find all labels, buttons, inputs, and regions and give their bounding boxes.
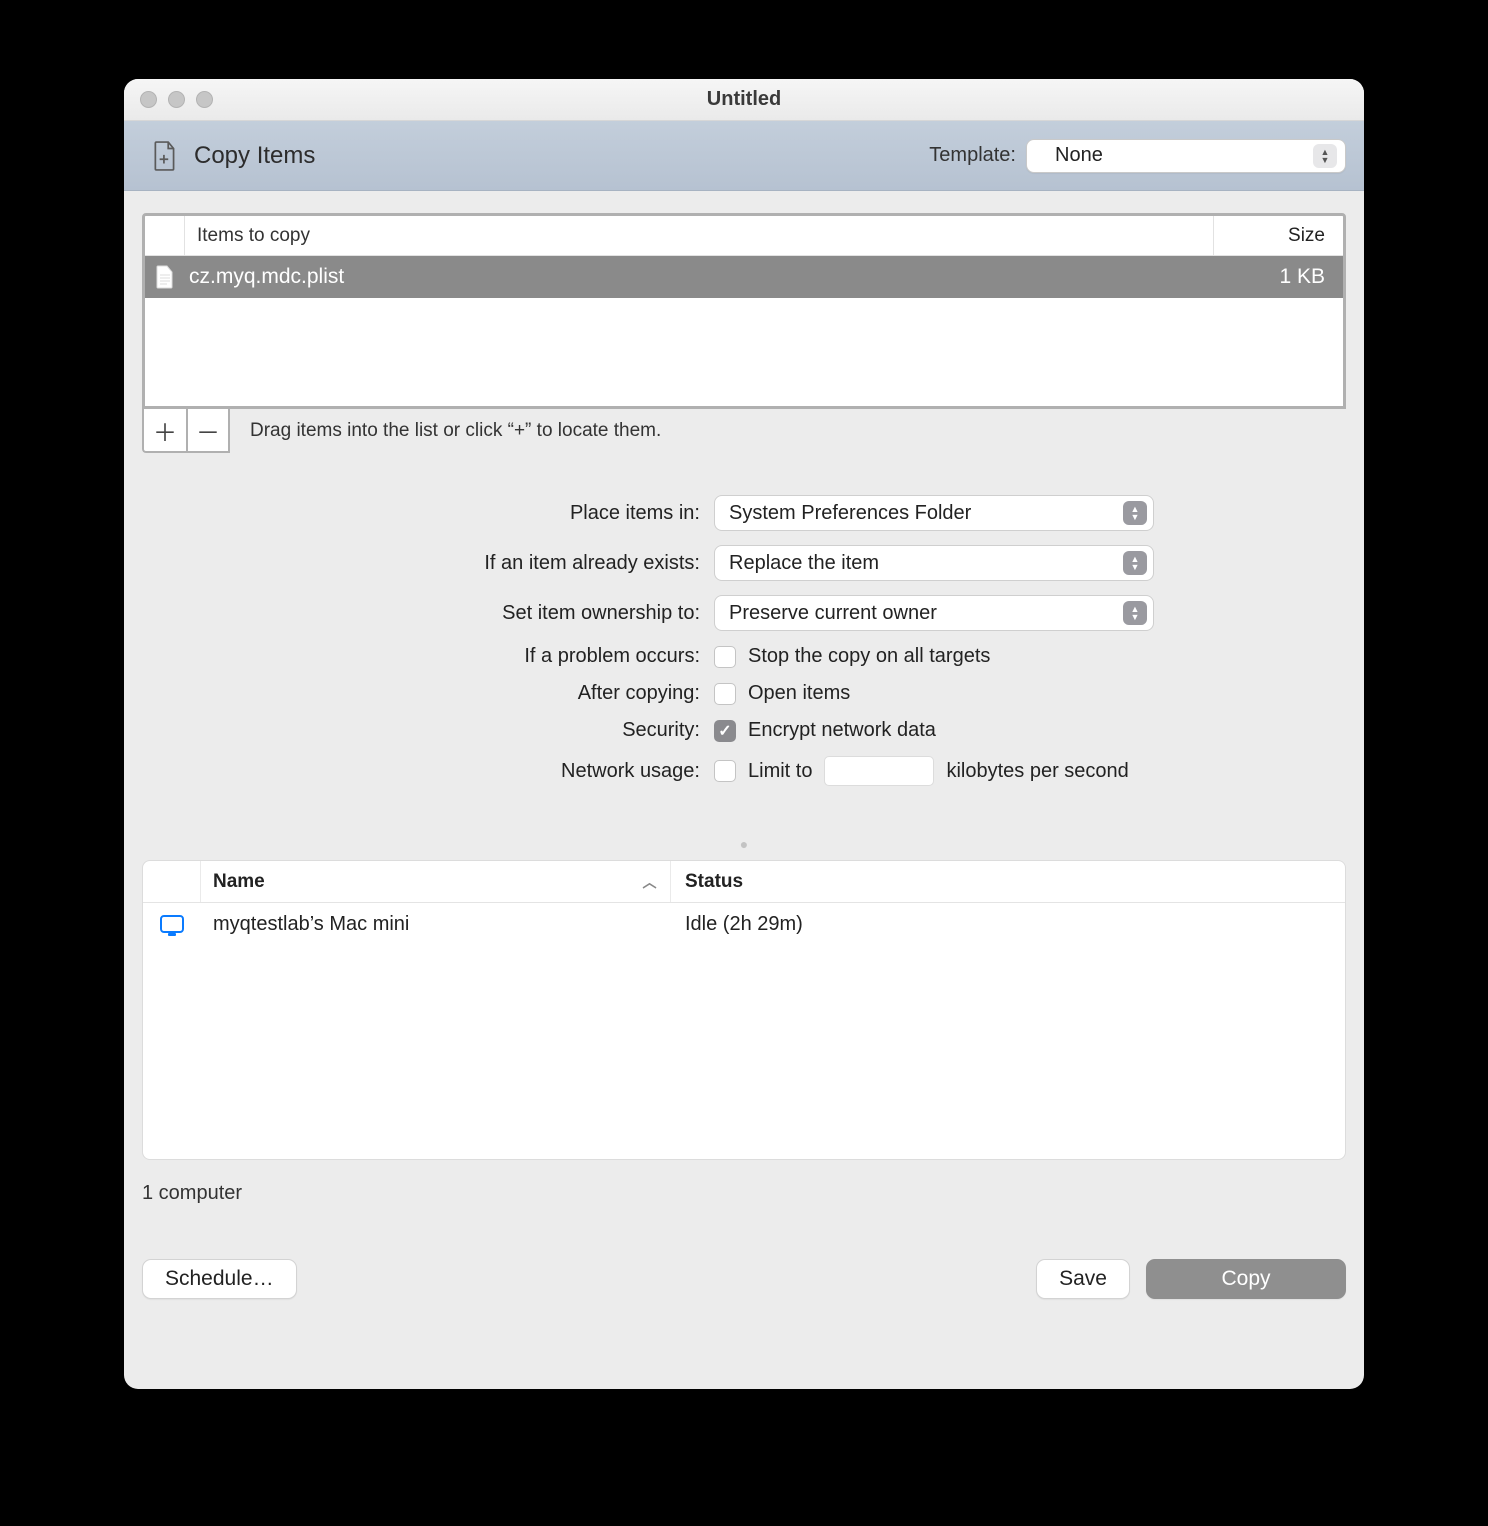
computers-table: Name 〈 Status myqtestlab’s Mac mini Idle… (142, 860, 1346, 1160)
chevron-updown-icon: ▲▼ (1123, 601, 1147, 625)
add-item-button[interactable]: ＋ (142, 409, 186, 453)
window: Untitled Copy Items Template: None ▲▼ It… (124, 79, 1364, 1389)
chevron-updown-icon: ▲▼ (1313, 144, 1337, 168)
computers-count: 1 computer (142, 1182, 1346, 1205)
problem-label: If a problem occurs: (284, 645, 714, 668)
network-unit-label: kilobytes per second (946, 760, 1128, 783)
items-table-header: Items to copy Size (145, 216, 1343, 256)
items-table: Items to copy Size cz.myq.mdc.plist 1 KB (142, 213, 1346, 409)
place-label: Place items in: (284, 502, 714, 525)
items-row-name: cz.myq.mdc.plist (185, 265, 1213, 289)
titlebar: Untitled (124, 79, 1364, 121)
place-select[interactable]: System Preferences Folder ▲▼ (714, 495, 1154, 531)
problem-check-label: Stop the copy on all targets (748, 645, 990, 668)
items-row-size: 1 KB (1213, 265, 1343, 289)
after-checkbox[interactable] (714, 683, 736, 705)
after-label: After copying: (284, 682, 714, 705)
items-column-size[interactable]: Size (1213, 216, 1343, 255)
after-check-label: Open items (748, 682, 850, 705)
items-column-name[interactable]: Items to copy (185, 216, 1213, 255)
chevron-updown-icon: ▲▼ (1123, 501, 1147, 525)
security-check-label: Encrypt network data (748, 719, 936, 742)
bottom-bar: Schedule… Save Copy (142, 1259, 1346, 1299)
options-form: Place items in: System Preferences Folde… (284, 495, 1204, 786)
network-check-label: Limit to (748, 760, 812, 783)
page-title: Copy Items (194, 142, 315, 170)
header-bar: Copy Items Template: None ▲▼ (124, 121, 1364, 191)
exists-label: If an item already exists: (284, 552, 714, 575)
template-label: Template: (929, 144, 1016, 167)
computers-row-name: myqtestlab’s Mac mini (201, 913, 671, 936)
document-plus-icon (152, 141, 178, 171)
schedule-button[interactable]: Schedule… (142, 1259, 297, 1299)
network-checkbox[interactable] (714, 760, 736, 782)
network-limit-input[interactable] (824, 756, 934, 786)
computers-row[interactable]: myqtestlab’s Mac mini Idle (2h 29m) (143, 903, 1345, 945)
remove-item-button[interactable]: － (186, 409, 230, 453)
security-label: Security: (284, 719, 714, 742)
body: Items to copy Size cz.myq.mdc.plist 1 KB (124, 191, 1364, 1389)
template-select[interactable]: None ▲▼ (1026, 139, 1346, 173)
computers-row-status: Idle (2h 29m) (671, 913, 1345, 936)
security-checkbox[interactable] (714, 720, 736, 742)
network-label: Network usage: (284, 760, 714, 783)
items-row[interactable]: cz.myq.mdc.plist 1 KB (145, 256, 1343, 298)
divider-handle[interactable]: ● (142, 836, 1346, 852)
items-hint: Drag items into the list or click “+” to… (250, 420, 661, 442)
sort-asc-icon: 〈 (639, 875, 659, 889)
computer-icon (160, 915, 184, 933)
exists-select[interactable]: Replace the item ▲▼ (714, 545, 1154, 581)
save-button[interactable]: Save (1036, 1259, 1130, 1299)
copy-button[interactable]: Copy (1146, 1259, 1346, 1299)
computers-header: Name 〈 Status (143, 861, 1345, 903)
problem-checkbox[interactable] (714, 646, 736, 668)
computers-column-status[interactable]: Status (671, 861, 1345, 902)
owner-label: Set item ownership to: (284, 602, 714, 625)
chevron-updown-icon: ▲▼ (1123, 551, 1147, 575)
file-icon (145, 265, 185, 289)
window-title: Untitled (124, 88, 1364, 111)
items-footer: ＋ － Drag items into the list or click “+… (142, 409, 1346, 453)
template-select-value: None (1055, 144, 1103, 167)
owner-select[interactable]: Preserve current owner ▲▼ (714, 595, 1154, 631)
computers-column-name[interactable]: Name 〈 (201, 861, 671, 902)
